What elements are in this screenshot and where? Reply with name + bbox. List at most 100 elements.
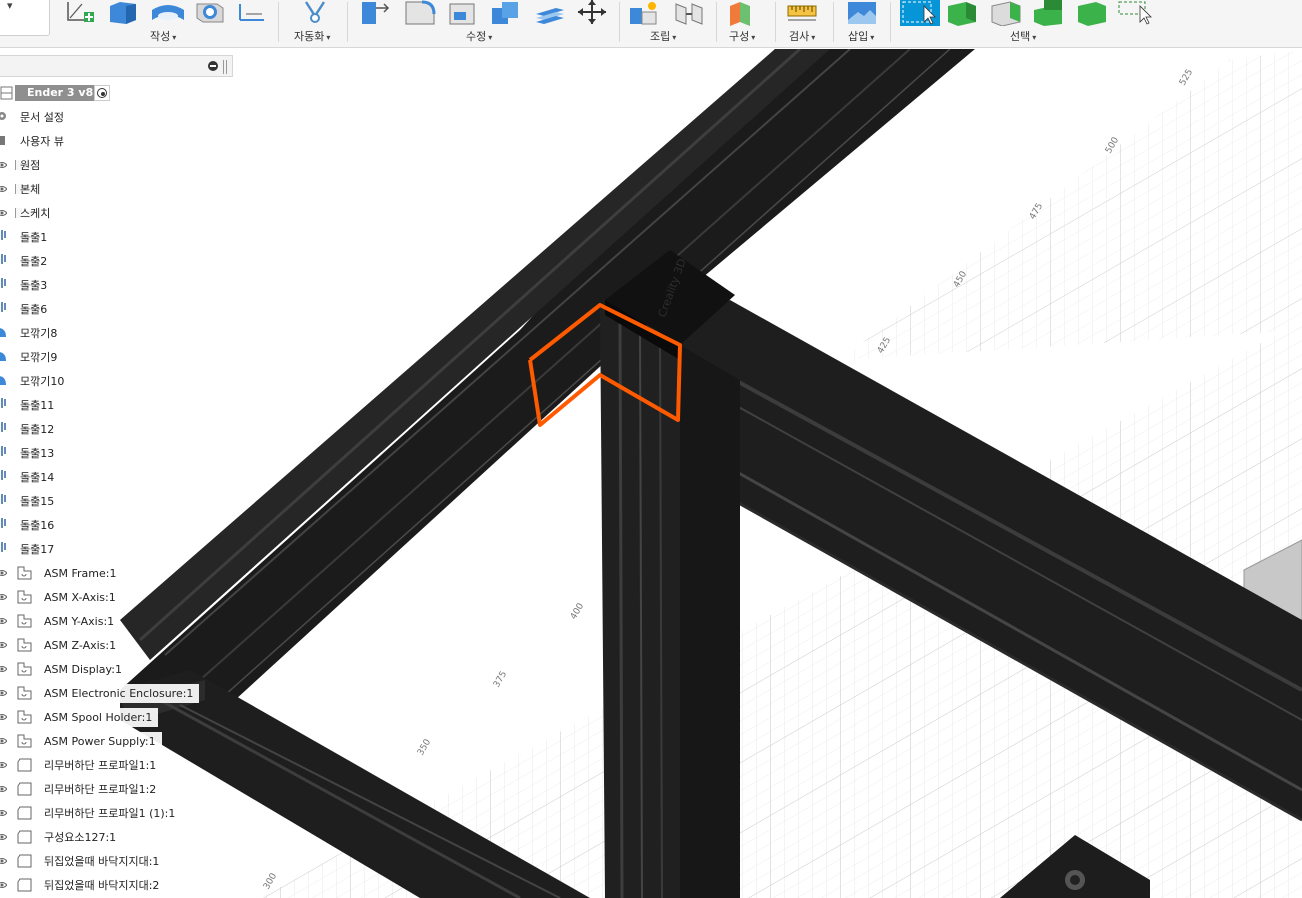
linked-component-icon (16, 685, 34, 704)
move-icon[interactable] (574, 0, 610, 26)
chevron-down-icon: ▾ (7, 0, 13, 12)
select-menu[interactable]: 선택 ▾ (1010, 28, 1036, 44)
select-component-icon[interactable] (1074, 0, 1110, 26)
select-edge-icon[interactable] (1030, 0, 1066, 26)
caret-down-icon: ▾ (811, 33, 816, 42)
visibility-eye-icon[interactable] (0, 808, 8, 821)
insert-menu-label: 삽입 (848, 30, 869, 43)
inspect-menu-label: 검사 (789, 30, 810, 43)
dimension-icon[interactable] (236, 0, 270, 26)
select-icon[interactable] (900, 0, 940, 26)
automation-menu[interactable]: 자동화 ▾ (294, 28, 330, 44)
visibility-eye-icon[interactable] (0, 616, 8, 629)
linked-component-icon (16, 565, 34, 584)
assemble-menu[interactable]: 조립 ▾ (650, 28, 676, 44)
browser-item-label: 모깎기10 (16, 372, 71, 391)
joint-icon[interactable] (672, 0, 706, 26)
sketch-icon[interactable] (64, 0, 98, 26)
caret-down-icon: ▾ (870, 33, 875, 42)
extrude-feature-icon (0, 493, 8, 512)
toolbar-divider (278, 2, 279, 42)
visibility-eye-icon[interactable] (0, 712, 8, 725)
visibility-eye-icon[interactable] (0, 736, 8, 749)
toolbar-divider (619, 2, 620, 42)
browser-item-label: 뒤집었을때 바닥지지대:2 (40, 876, 166, 895)
fillet-feature-icon (0, 325, 8, 344)
frame-post-vertical[interactable] (600, 305, 740, 898)
inspect-menu[interactable]: 검사 ▾ (789, 28, 815, 44)
visibility-eye-icon[interactable] (0, 592, 8, 605)
caret-down-icon: ▾ (488, 33, 493, 42)
extrude-feature-icon (0, 421, 8, 440)
modify-menu-label: 수정 (466, 30, 487, 43)
visibility-eye-icon[interactable] (0, 568, 8, 581)
linked-component-icon (16, 661, 34, 680)
linked-component-icon (16, 589, 34, 608)
component-icon (16, 853, 34, 872)
insert-menu[interactable]: 삽입 ▾ (848, 28, 874, 44)
hole-icon[interactable] (193, 0, 227, 26)
visibility-eye-icon[interactable] (0, 832, 8, 845)
browser-item-label: 구성요소127:1 (40, 828, 123, 847)
caret-down-icon: ▾ (751, 33, 756, 42)
collapse-icon[interactable] (208, 61, 218, 71)
new-component-icon[interactable] (628, 0, 662, 26)
create-menu-label: 작성 (150, 30, 171, 43)
insert-image-icon[interactable] (846, 0, 880, 26)
select-face-icon[interactable] (988, 0, 1024, 26)
select-body-icon[interactable] (944, 0, 980, 26)
visibility-eye-icon[interactable] (0, 784, 8, 797)
revolve-icon[interactable] (150, 0, 186, 26)
panel-resize-handle[interactable] (223, 60, 227, 74)
modify-menu[interactable]: 수정 ▾ (466, 28, 492, 44)
visibility-eye-icon[interactable] (0, 880, 8, 893)
measure-icon[interactable] (786, 0, 820, 26)
browser-item-label: 돌출2 (16, 252, 54, 271)
extrude-feature-icon (0, 541, 8, 560)
browser-item-label: 모깎기8 (16, 324, 64, 343)
toolbar-divider (347, 2, 348, 42)
visibility-eye-icon[interactable] (0, 664, 8, 677)
named-view-icon (0, 133, 10, 150)
shell-icon[interactable] (446, 0, 480, 26)
extrude-feature-icon (0, 469, 8, 488)
browser-item-label: 모깎기9 (16, 348, 64, 367)
visibility-eye-icon[interactable] (0, 160, 8, 173)
window-select-icon[interactable] (1116, 0, 1156, 26)
activate-radio[interactable] (94, 85, 110, 101)
extrude-feature-icon (0, 253, 8, 272)
visibility-eye-icon[interactable] (0, 184, 8, 197)
visibility-eye-icon[interactable] (0, 640, 8, 653)
combine-icon[interactable] (488, 0, 524, 26)
browser-item-label: 돌출12 (16, 420, 61, 439)
visibility-eye-icon[interactable] (0, 856, 8, 869)
root-component-label: Ender 3 v8 (15, 85, 100, 101)
caret-down-icon: ▾ (172, 33, 177, 42)
3d-viewport[interactable]: 525 500 475 450 425 400 375 350 325 300 (0, 49, 1302, 898)
offset-face-icon[interactable] (532, 0, 568, 26)
browser-item-label: 돌출14 (16, 468, 61, 487)
browser-item-label: 돌출16 (16, 516, 61, 535)
fillet-icon[interactable] (402, 0, 436, 26)
browser-item-label: 돌출15 (16, 492, 61, 511)
component-icon (16, 805, 34, 824)
extrude-feature-icon (0, 229, 8, 248)
create-menu[interactable]: 작성 ▾ (150, 28, 176, 44)
construct-menu[interactable]: 구성 ▾ (729, 28, 755, 44)
automation-icon[interactable] (300, 0, 330, 26)
press-pull-icon[interactable] (358, 0, 392, 26)
visibility-eye-icon[interactable] (0, 208, 8, 221)
browser-item-label: 문서 설정 (16, 108, 70, 127)
browser-item-label: 리무버하단 프로파일1:2 (40, 780, 163, 799)
component-icon (16, 829, 34, 848)
visibility-eye-icon[interactable] (0, 760, 8, 773)
construct-plane-icon[interactable] (726, 0, 760, 26)
workspace-switcher[interactable]: ▾ (0, 0, 50, 36)
automation-menu-label: 자동화 (294, 30, 325, 43)
toolbar: ▾ 작성 ▾ 자동화 ▾ 수정 ▾ 조립 ▾ 구성 ▾ 검사 ▾ 삽입 ▾ 선택… (0, 0, 1302, 48)
visibility-eye-icon[interactable] (0, 688, 8, 701)
extrude-icon[interactable] (106, 0, 140, 26)
browser-item-label: ASM Z-Axis:1 (40, 636, 123, 655)
linked-component-icon (16, 637, 34, 656)
select-menu-label: 선택 (1010, 30, 1031, 43)
